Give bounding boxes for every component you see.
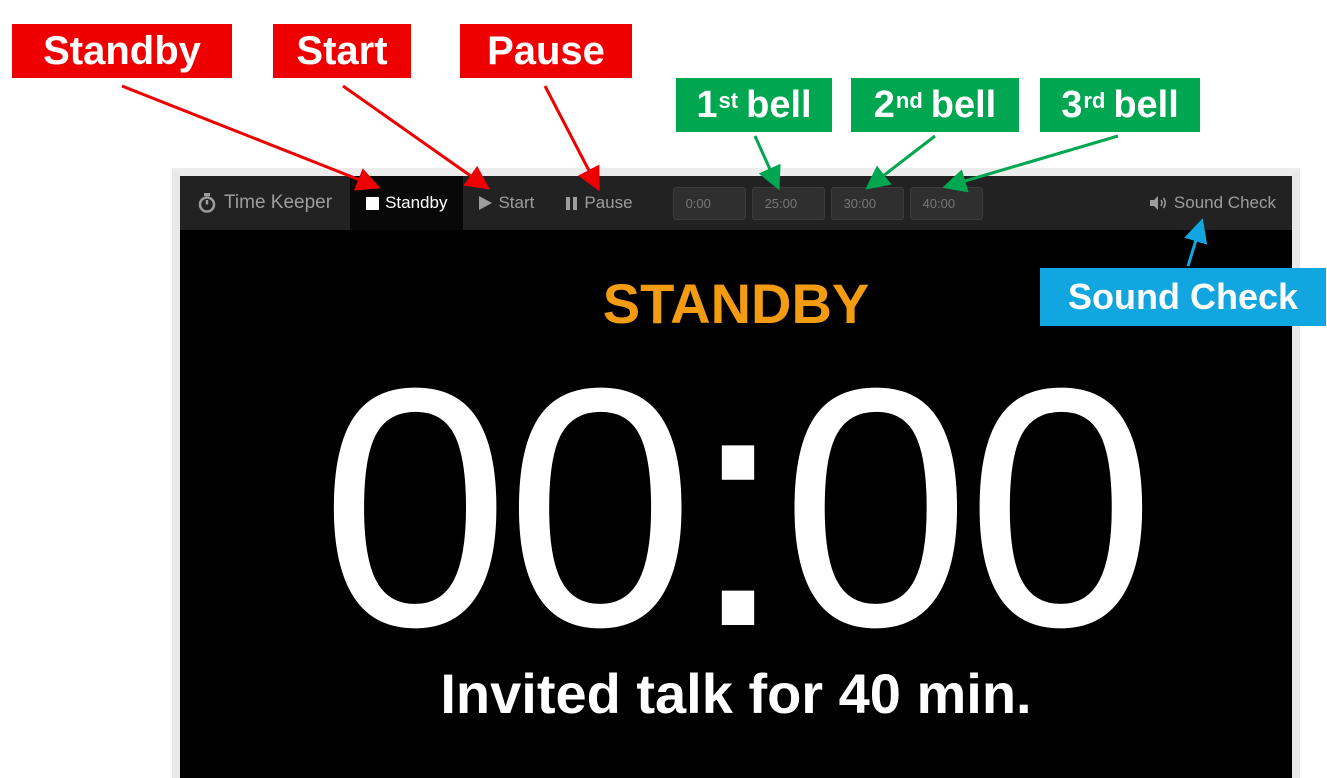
arrow-bell-2 [865, 134, 936, 190]
arrow-bell-3 [942, 134, 1119, 193]
annotation-arrows [121, 84, 1208, 267]
arrow-start [342, 84, 490, 190]
arrow-sound-check [1184, 218, 1208, 267]
arrow-bell-1 [753, 135, 781, 191]
arrow-standby [121, 84, 381, 191]
arrow-pause [543, 85, 600, 192]
